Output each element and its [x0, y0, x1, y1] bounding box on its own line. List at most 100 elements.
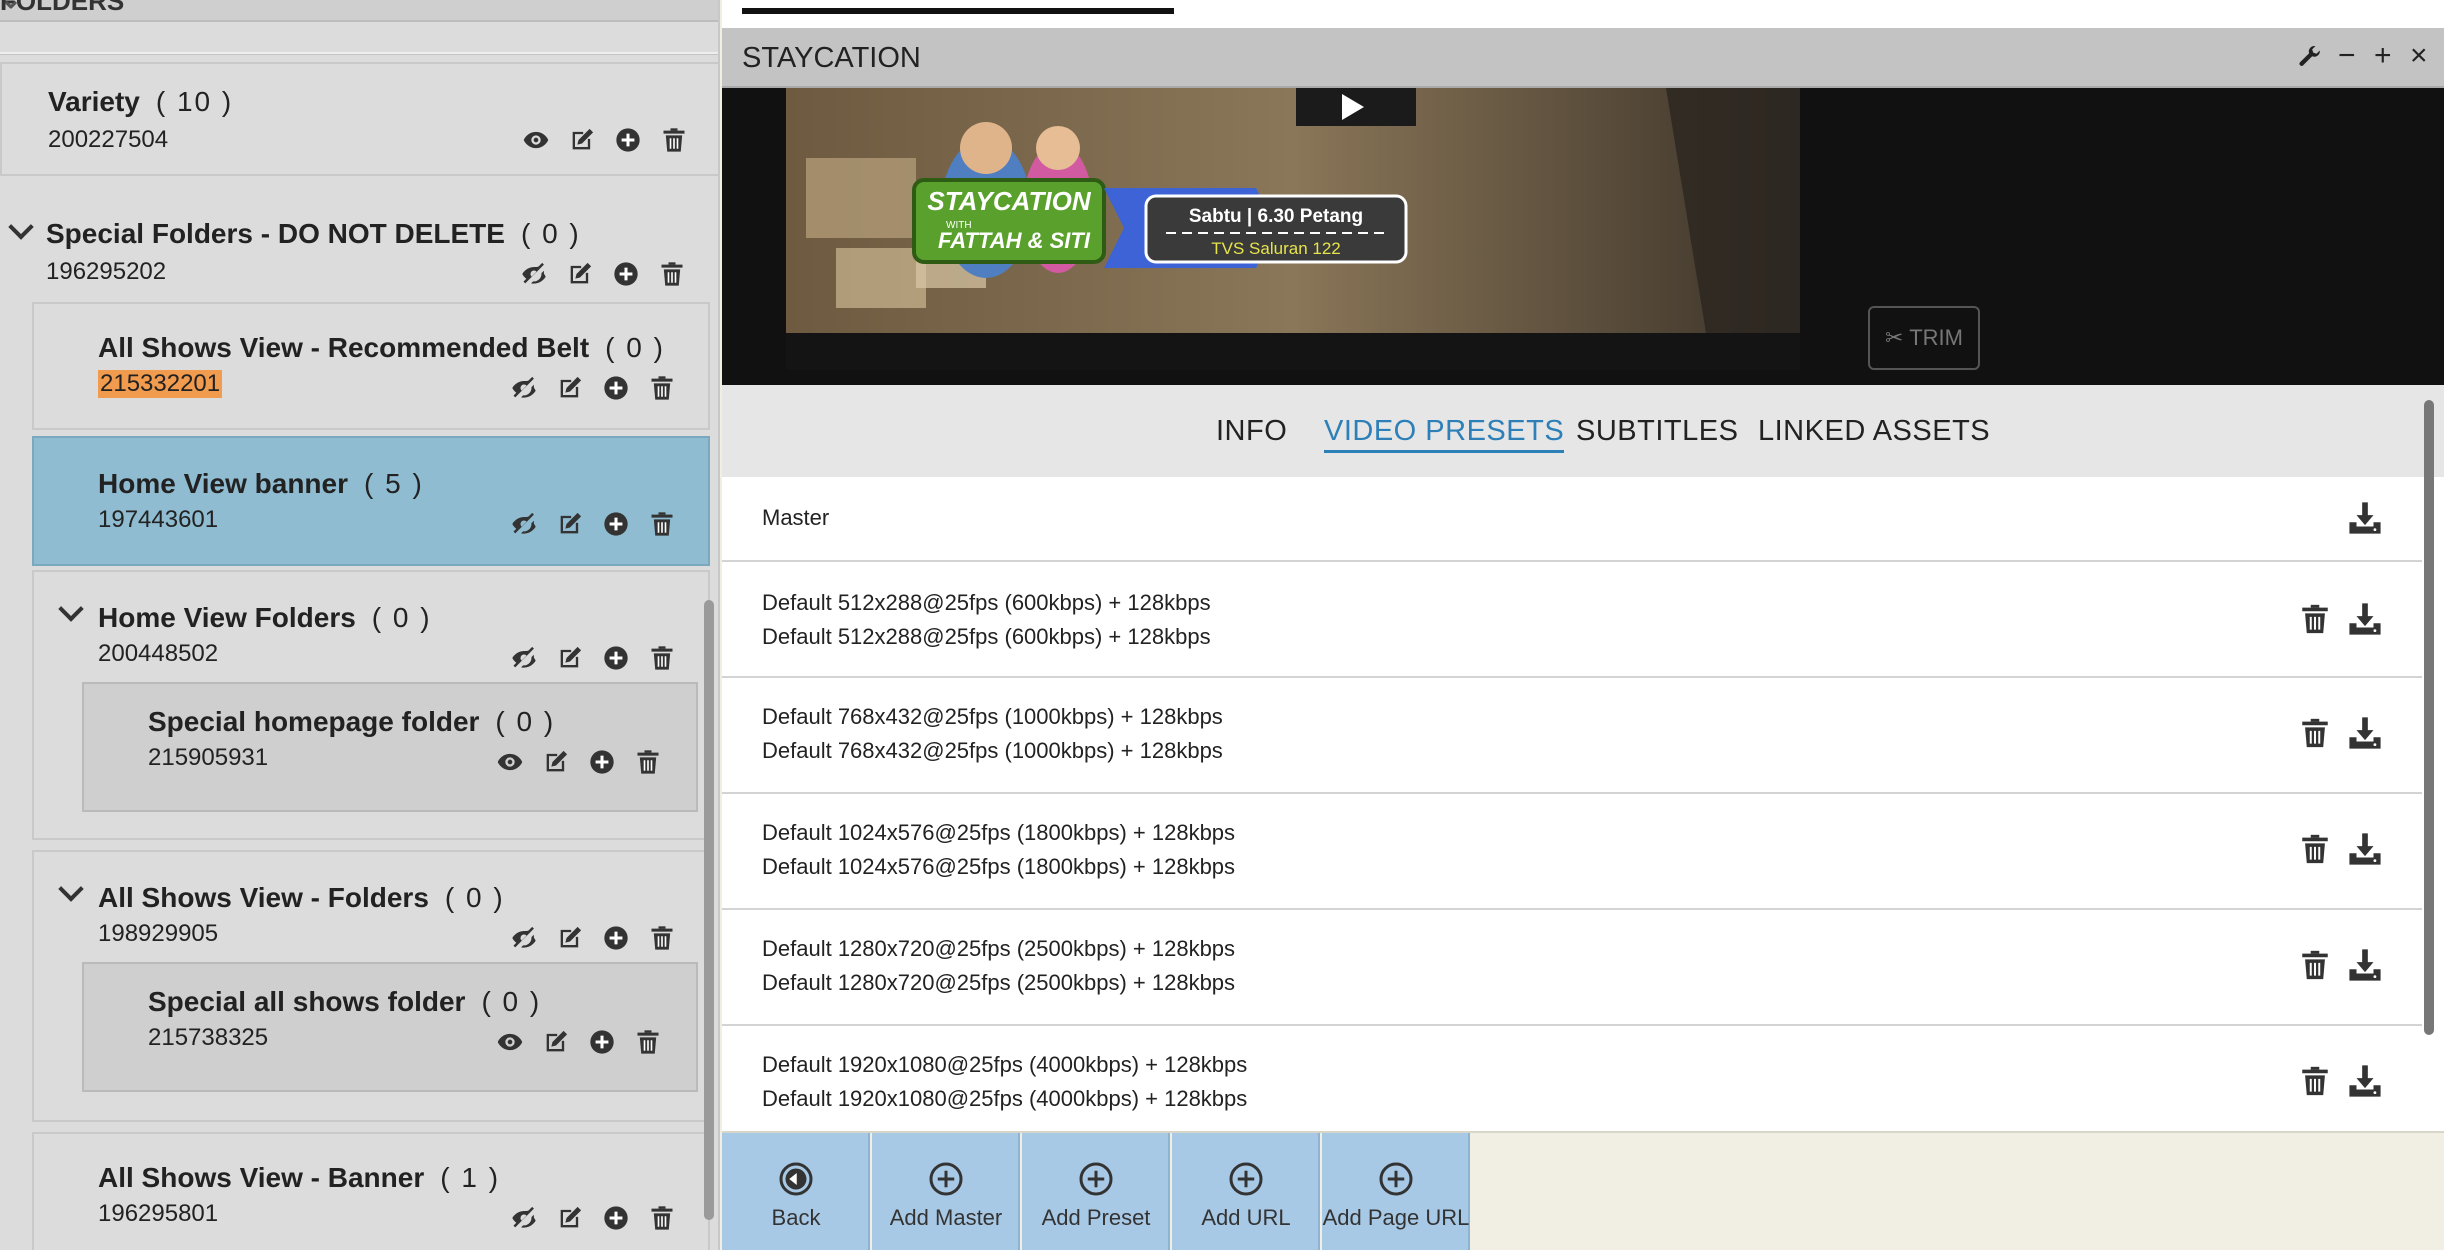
folder-count: ( 0 ) [605, 332, 665, 363]
trash-icon[interactable] [2298, 1064, 2332, 1098]
add-circle-icon[interactable] [614, 126, 642, 154]
add-page-url-button[interactable]: Add Page URL [1322, 1133, 1470, 1250]
tab-info[interactable]: INFO [1216, 415, 1287, 448]
scrollbar[interactable] [2424, 400, 2434, 1035]
minimize-button[interactable]: − [2338, 40, 2356, 72]
folder-special-all-shows[interactable]: Special all shows folder ( 0 ) 215738325 [82, 962, 698, 1092]
folder-name: Home View banner [98, 468, 349, 499]
add-circle-icon[interactable] [602, 374, 630, 402]
add-master-button[interactable]: Add Master [872, 1133, 1020, 1250]
trash-icon[interactable] [648, 644, 676, 672]
chevron-down-icon[interactable] [58, 596, 84, 622]
folder-all-shows-recommended-belt[interactable]: All Shows View - Recommended Belt ( 0 ) 2… [32, 302, 710, 430]
trash-icon[interactable] [648, 374, 676, 402]
download-icon[interactable] [2348, 716, 2382, 750]
tab-bar: INFO VIDEO PRESETS SUBTITLES LINKED ASSE… [722, 385, 2444, 477]
preset-row[interactable]: Default 512x288@25fps (600kbps) + 128kbp… [722, 562, 2422, 678]
trash-icon[interactable] [660, 126, 688, 154]
add-circle-icon[interactable] [588, 1028, 616, 1056]
folder-variety[interactable]: Variety ( 10 ) 200227504 [0, 62, 718, 176]
add-circle-icon[interactable] [588, 748, 616, 776]
eye-slash-icon[interactable] [510, 1204, 538, 1232]
folder-name: All Shows View - Banner [98, 1162, 425, 1193]
trash-icon[interactable] [2298, 832, 2332, 866]
wrench-icon[interactable] [2297, 44, 2323, 70]
eye-icon[interactable] [522, 126, 550, 154]
tab-linked-assets[interactable]: LINKED ASSETS [1758, 415, 1990, 448]
edit-icon[interactable] [566, 260, 594, 288]
trash-icon[interactable] [648, 1204, 676, 1232]
trash-icon[interactable] [2298, 716, 2332, 750]
window-title: STAYCATION [742, 42, 921, 74]
preset-label: Master [762, 505, 830, 530]
add-circle-icon[interactable] [602, 644, 630, 672]
video-frame: STAYCATION WITH FATTAH & SITI Sabtu | 6.… [786, 88, 1800, 370]
maximize-button[interactable]: + [2374, 40, 2392, 72]
add-circle-icon[interactable] [602, 924, 630, 952]
folder-all-shows-banner[interactable]: All Shows View - Banner ( 1 ) 196295801 [32, 1132, 710, 1250]
edit-icon[interactable] [556, 924, 584, 952]
tab-video-presets[interactable]: VIDEO PRESETS [1324, 415, 1565, 453]
download-icon[interactable] [2348, 1064, 2382, 1098]
eye-icon[interactable] [496, 748, 524, 776]
trash-icon[interactable] [2298, 948, 2332, 982]
eye-slash-icon[interactable] [510, 510, 538, 538]
download-icon[interactable] [2348, 602, 2382, 636]
preset-row[interactable]: Default 768x432@25fps (1000kbps) + 128kb… [722, 678, 2422, 794]
add-url-button[interactable]: Add URL [1172, 1133, 1320, 1250]
progress-bar [742, 8, 1174, 14]
download-icon[interactable] [2348, 948, 2382, 982]
play-button[interactable] [1296, 88, 1416, 126]
folder-all-shows-folders[interactable]: All Shows View - Folders( 0 ) 198929905 … [32, 850, 710, 1122]
bottom-toolbar: Back Add Master Add Preset Add URL Add P… [722, 1131, 2444, 1250]
trash-icon[interactable] [634, 748, 662, 776]
folder-id: 196295202 [46, 258, 167, 285]
eye-slash-icon[interactable] [510, 924, 538, 952]
trash-icon[interactable] [648, 924, 676, 952]
edit-icon[interactable] [568, 126, 596, 154]
add-circle-icon[interactable] [612, 260, 640, 288]
folder-count: ( 10 ) [155, 86, 234, 117]
scrollbar[interactable] [704, 600, 714, 1220]
tab-subtitles[interactable]: SUBTITLES [1576, 415, 1738, 448]
preset-row[interactable]: Default 1280x720@25fps (2500kbps) + 128k… [722, 910, 2422, 1026]
back-button[interactable]: Back [722, 1133, 870, 1250]
folder-home-view-banner[interactable]: Home View banner ( 5 ) 197443601 [32, 436, 710, 566]
preset-row-master[interactable]: Master [722, 477, 2422, 562]
add-preset-button[interactable]: Add Preset [1022, 1133, 1170, 1250]
add-circle-icon[interactable] [602, 1204, 630, 1232]
trash-icon[interactable] [658, 260, 686, 288]
trim-button[interactable]: ✂ TRIM [1868, 306, 1980, 370]
preset-row[interactable]: Default 1024x576@25fps (1800kbps) + 128k… [722, 794, 2422, 910]
download-icon[interactable] [2348, 501, 2382, 535]
chevron-down-icon[interactable] [8, 214, 34, 240]
video-player[interactable]: STAYCATION WITH FATTAH & SITI Sabtu | 6.… [722, 88, 2444, 385]
edit-icon[interactable] [542, 1028, 570, 1056]
edit-icon[interactable] [556, 1204, 584, 1232]
eye-slash-icon[interactable] [520, 260, 548, 288]
preset-row[interactable]: Default 1920x1080@25fps (4000kbps) + 128… [722, 1026, 2422, 1131]
eye-slash-icon[interactable] [510, 374, 538, 402]
edit-icon[interactable] [556, 644, 584, 672]
close-button[interactable]: × [2410, 40, 2428, 72]
eye-slash-icon[interactable] [510, 644, 538, 672]
trash-icon[interactable] [2298, 602, 2332, 636]
add-circle-icon[interactable] [602, 510, 630, 538]
edit-icon[interactable] [542, 748, 570, 776]
chevron-down-icon[interactable] [58, 876, 84, 902]
folder-home-view-folders[interactable]: Home View Folders ( 0 ) 200448502 Special… [32, 570, 710, 840]
chevron-down-icon[interactable]: ⌄ [0, 0, 590, 15]
edit-icon[interactable] [556, 510, 584, 538]
eye-icon[interactable] [496, 1028, 524, 1056]
trash-icon[interactable] [634, 1028, 662, 1056]
folders-header[interactable]: FOLDERS ⌄ [0, 0, 718, 22]
folder-count: ( 5 ) [364, 468, 424, 499]
add-url-label: Add URL [1201, 1205, 1291, 1230]
progress-strip [722, 0, 2444, 28]
edit-icon[interactable] [556, 374, 584, 402]
folder-special-homepage[interactable]: Special homepage folder ( 0 ) 215905931 [82, 682, 698, 812]
back-circle-icon [778, 1161, 814, 1197]
trash-icon[interactable] [648, 510, 676, 538]
download-icon[interactable] [2348, 832, 2382, 866]
add-circle-icon [1078, 1161, 1114, 1197]
